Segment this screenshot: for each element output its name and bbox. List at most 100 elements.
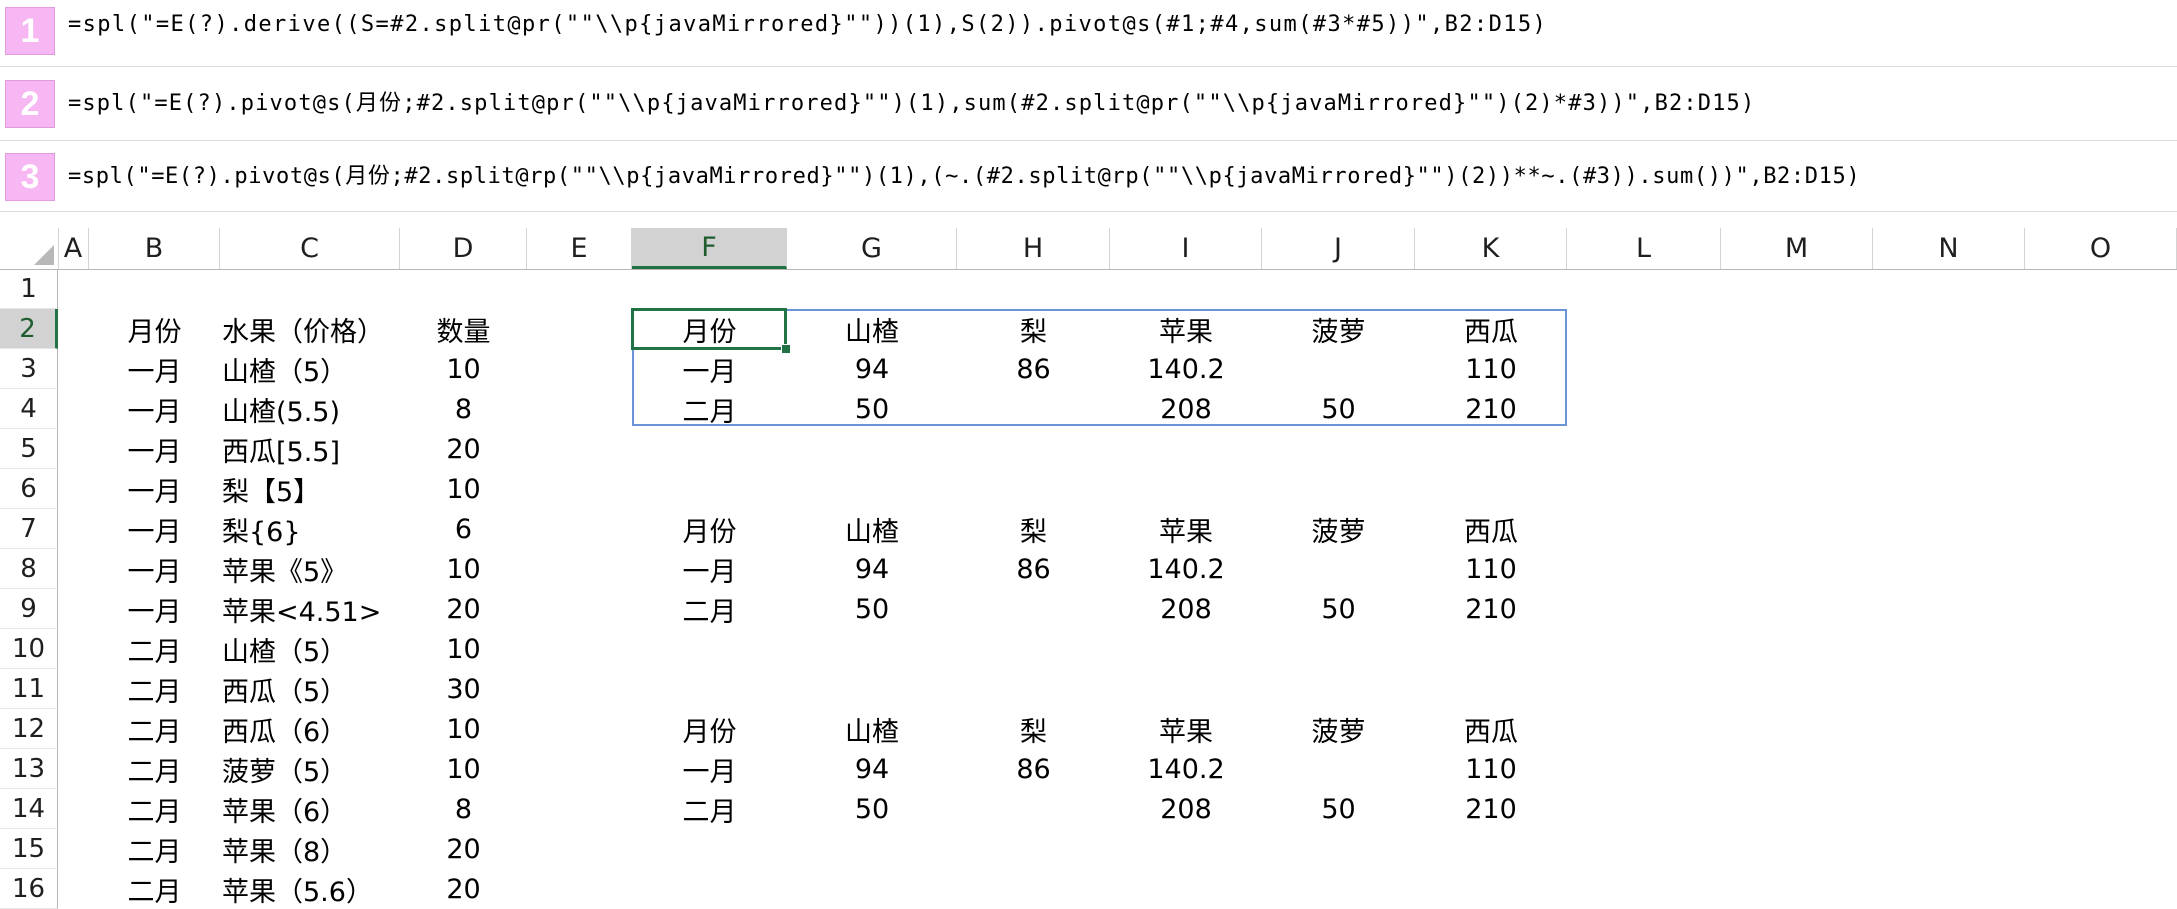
result-header-cell[interactable]: 月份: [632, 509, 787, 549]
source-data-cell[interactable]: 二月: [89, 629, 220, 669]
column-header-g[interactable]: G: [787, 228, 957, 269]
select-all-corner[interactable]: [0, 228, 59, 269]
row-header-4[interactable]: 4: [0, 389, 58, 429]
source-data-cell[interactable]: 10: [400, 629, 527, 669]
result-header-cell[interactable]: 菠萝: [1262, 709, 1415, 749]
source-data-cell[interactable]: 苹果（5.6）: [222, 869, 400, 909]
result-header-cell[interactable]: 西瓜: [1415, 509, 1567, 549]
source-data-cell[interactable]: 一月: [89, 589, 220, 629]
source-data-cell[interactable]: 苹果（6）: [222, 789, 400, 829]
source-header-cell[interactable]: 水果（价格）: [222, 309, 400, 349]
source-data-cell[interactable]: 二月: [89, 709, 220, 749]
result-data-cell[interactable]: 一月: [632, 749, 787, 789]
row-header-16[interactable]: 16: [0, 869, 58, 909]
source-data-cell[interactable]: 一月: [89, 509, 220, 549]
column-header-l[interactable]: L: [1567, 228, 1721, 269]
row-header-13[interactable]: 13: [0, 749, 58, 789]
result-data-cell[interactable]: 110: [1415, 549, 1567, 589]
source-data-cell[interactable]: 梨{6}: [222, 509, 400, 549]
result-data-cell[interactable]: 94: [787, 549, 957, 589]
formula-text[interactable]: =spl("=E(?).pivot@s(月份;#2.split@pr(""\\p…: [68, 85, 1755, 117]
row-header-12[interactable]: 12: [0, 709, 58, 749]
source-data-cell[interactable]: 苹果《5》: [222, 549, 400, 589]
result-data-cell[interactable]: [957, 589, 1110, 629]
source-data-cell[interactable]: 一月: [89, 429, 220, 469]
result-data-cell[interactable]: 210: [1415, 789, 1567, 829]
column-header-k[interactable]: K: [1415, 228, 1567, 269]
column-header-e[interactable]: E: [527, 228, 632, 269]
source-data-cell[interactable]: 山楂（5）: [222, 349, 400, 389]
source-data-cell[interactable]: 30: [400, 669, 527, 709]
column-header-f[interactable]: F: [632, 228, 787, 269]
row-header-1[interactable]: 1: [0, 269, 58, 309]
result-data-cell[interactable]: 一月: [632, 549, 787, 589]
result-data-cell[interactable]: 140.2: [1110, 549, 1262, 589]
source-data-cell[interactable]: 一月: [89, 549, 220, 589]
row-header-10[interactable]: 10: [0, 629, 58, 669]
result-header-cell[interactable]: 苹果: [1110, 509, 1262, 549]
result-header-cell[interactable]: 梨: [957, 509, 1110, 549]
result-header-cell[interactable]: 山楂: [787, 509, 957, 549]
result-data-cell[interactable]: 208: [1110, 589, 1262, 629]
result-data-cell[interactable]: 210: [1415, 589, 1567, 629]
column-header-a[interactable]: A: [58, 228, 89, 269]
row-header-2[interactable]: 2: [0, 309, 58, 349]
result-data-cell[interactable]: 140.2: [1110, 749, 1262, 789]
result-header-cell[interactable]: 苹果: [1110, 709, 1262, 749]
result-data-cell[interactable]: 86: [957, 749, 1110, 789]
source-header-cell[interactable]: 数量: [400, 309, 527, 349]
row-header-14[interactable]: 14: [0, 789, 58, 829]
source-data-cell[interactable]: 二月: [89, 869, 220, 909]
result-data-cell[interactable]: 94: [787, 749, 957, 789]
fill-handle[interactable]: [781, 344, 791, 354]
source-data-cell[interactable]: 20: [400, 829, 527, 869]
source-data-cell[interactable]: 10: [400, 349, 527, 389]
source-data-cell[interactable]: 菠萝（5）: [222, 749, 400, 789]
result-data-cell[interactable]: 50: [1262, 589, 1415, 629]
column-header-c[interactable]: C: [220, 228, 400, 269]
source-data-cell[interactable]: 20: [400, 589, 527, 629]
result-data-cell[interactable]: 110: [1415, 749, 1567, 789]
source-data-cell[interactable]: 10: [400, 549, 527, 589]
row-header-9[interactable]: 9: [0, 589, 58, 629]
source-data-cell[interactable]: 二月: [89, 669, 220, 709]
row-header-8[interactable]: 8: [0, 549, 58, 589]
source-header-cell[interactable]: 月份: [89, 309, 220, 349]
column-header-b[interactable]: B: [89, 228, 220, 269]
column-header-j[interactable]: J: [1262, 228, 1415, 269]
source-data-cell[interactable]: 西瓜（5）: [222, 669, 400, 709]
source-data-cell[interactable]: 8: [400, 389, 527, 429]
column-header-i[interactable]: I: [1110, 228, 1262, 269]
source-data-cell[interactable]: 10: [400, 709, 527, 749]
result-header-cell[interactable]: 菠萝: [1262, 509, 1415, 549]
source-data-cell[interactable]: 苹果（8）: [222, 829, 400, 869]
source-data-cell[interactable]: 二月: [89, 789, 220, 829]
column-header-m[interactable]: M: [1721, 228, 1873, 269]
result-data-cell[interactable]: [957, 789, 1110, 829]
result-header-cell[interactable]: 山楂: [787, 709, 957, 749]
result-data-cell[interactable]: 50: [787, 789, 957, 829]
result-data-cell[interactable]: [1262, 749, 1415, 789]
column-header-n[interactable]: N: [1873, 228, 2025, 269]
result-header-cell[interactable]: 西瓜: [1415, 709, 1567, 749]
source-data-cell[interactable]: 西瓜[5.5]: [222, 429, 400, 469]
source-data-cell[interactable]: 8: [400, 789, 527, 829]
source-data-cell[interactable]: 20: [400, 869, 527, 909]
row-header-15[interactable]: 15: [0, 829, 58, 869]
source-data-cell[interactable]: 二月: [89, 829, 220, 869]
column-header-d[interactable]: D: [400, 228, 527, 269]
formula-text[interactable]: =spl("=E(?).pivot@s(月份;#2.split@rp(""\\p…: [68, 158, 1860, 190]
row-header-7[interactable]: 7: [0, 509, 58, 549]
result-header-cell[interactable]: 梨: [957, 709, 1110, 749]
spreadsheet-grid[interactable]: ABCDEFGHIJKLMNO 1 2 3 4 5 6 7 8 9 10 11 12 13 14 15 16 …: [0, 228, 2177, 909]
result-data-cell[interactable]: 二月: [632, 789, 787, 829]
source-data-cell[interactable]: 10: [400, 469, 527, 509]
source-data-cell[interactable]: 6: [400, 509, 527, 549]
result-data-cell[interactable]: 50: [787, 589, 957, 629]
row-header-11[interactable]: 11: [0, 669, 58, 709]
row-header-5[interactable]: 5: [0, 429, 58, 469]
result-header-cell[interactable]: 月份: [632, 709, 787, 749]
source-data-cell[interactable]: 一月: [89, 389, 220, 429]
column-header-o[interactable]: O: [2025, 228, 2177, 269]
source-data-cell[interactable]: 一月: [89, 469, 220, 509]
